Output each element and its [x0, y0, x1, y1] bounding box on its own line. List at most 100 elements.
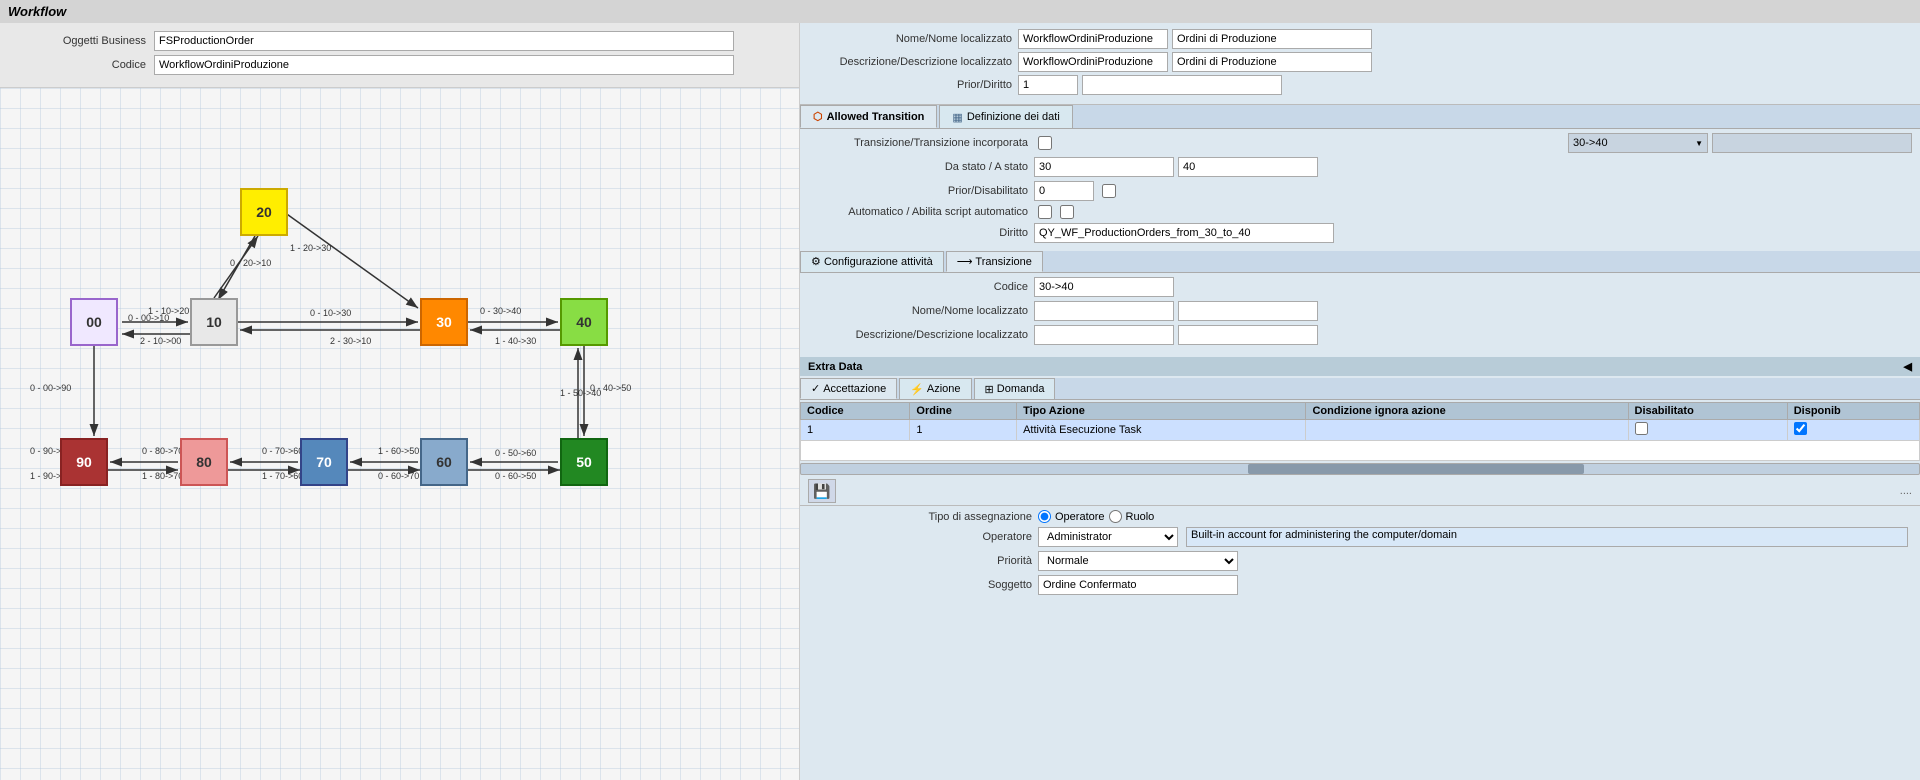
form-fields: Oggetti Business Codice	[0, 23, 799, 88]
node-60[interactable]: 60	[420, 438, 468, 486]
arrow-label-16: 0 - 70->60	[262, 446, 303, 456]
transizione-form-content: Codice Nome/Nome localizzato Descrizione…	[800, 273, 1920, 353]
cell-tipo-azione: Attività Esecuzione Task	[1017, 420, 1306, 441]
t-nome-input2[interactable]	[1178, 301, 1318, 321]
node-30[interactable]: 30	[420, 298, 468, 346]
t-nome-input1[interactable]	[1034, 301, 1174, 321]
horizontal-scrollbar[interactable]	[800, 463, 1920, 475]
codice-label: Codice	[16, 59, 146, 71]
transizione-label: Transizione/Transizione incorporata	[808, 137, 1028, 149]
tab-accettazione[interactable]: ✓ Accettazione	[800, 378, 897, 399]
arrow-label-14: 1 - 60->50	[378, 446, 419, 456]
radio-operatore-label: Operatore	[1055, 511, 1105, 523]
prior-dis-label: Prior/Disabilitato	[808, 185, 1028, 197]
descrizione-input1[interactable]	[1018, 52, 1168, 72]
arrow-label-7: 2 - 10->00	[140, 336, 181, 346]
extra-data-label: Extra Data	[808, 361, 862, 373]
automatico-row: Automatico / Abilita script automatico	[808, 205, 1912, 219]
prior-row: Prior/Diritto	[812, 75, 1908, 95]
priorita-label: Priorità	[812, 555, 1032, 567]
col-ordine: Ordine	[910, 403, 1017, 420]
node-90[interactable]: 90	[60, 438, 108, 486]
node-70[interactable]: 70	[300, 438, 348, 486]
tab-accettazione-label: Accettazione	[823, 383, 886, 395]
workflow-canvas: 1 - 10->20 0 - 20->10 1 - 20->30 0 - 00-…	[0, 88, 799, 780]
tab-azione[interactable]: ⚡ Azione	[899, 378, 971, 399]
expand-icon[interactable]: ◀	[1904, 360, 1912, 373]
tab-definizione-icon: ▦	[952, 111, 962, 124]
transition-dropdown-value: 30->40	[1573, 137, 1608, 149]
node-80[interactable]: 80	[180, 438, 228, 486]
arrow-label-6: 0 - 30->40	[480, 306, 521, 316]
tab-definizione[interactable]: ▦ Definizione dei dati	[939, 105, 1072, 128]
tab-allowed-transition[interactable]: ⬡ Allowed Transition	[800, 105, 937, 128]
t-descrizione-input2[interactable]	[1178, 325, 1318, 345]
descrizione-input2[interactable]	[1172, 52, 1372, 72]
table-row[interactable]: 1 1 Attività Esecuzione Task	[801, 420, 1920, 441]
title-bar: Workflow	[0, 0, 1920, 23]
chevron-down-icon: ▼	[1695, 139, 1703, 148]
col-codice: Codice	[801, 403, 910, 420]
save-button[interactable]: 💾	[808, 479, 836, 503]
node-10[interactable]: 10	[190, 298, 238, 346]
dots-label: ....	[1900, 485, 1912, 497]
left-panel: Oggetti Business Codice	[0, 23, 800, 780]
diritto-label: Diritto	[808, 227, 1028, 239]
tab-allowed-icon: ⬡	[813, 110, 823, 123]
radio-ruolo[interactable]	[1109, 510, 1122, 523]
arrow-label-22: 0 - 00->90	[30, 383, 71, 393]
diritto-input[interactable]	[1082, 75, 1282, 95]
operatore-select[interactable]: Administrator	[1038, 527, 1178, 547]
transition-dropdown[interactable]: 30->40 ▼	[1568, 133, 1708, 153]
diritto-row: Diritto	[808, 223, 1912, 243]
tab-domanda[interactable]: ⊞ Domanda	[974, 378, 1056, 399]
node-20[interactable]: 20	[240, 188, 288, 236]
arrow-label-11: 1 - 50->40	[560, 388, 601, 398]
codice-input[interactable]	[154, 55, 734, 75]
bottom-form: Tipo di assegnazione Operatore Ruolo Ope…	[800, 505, 1920, 603]
arrow-label-17: 1 - 70->60	[262, 471, 303, 481]
prior-input[interactable]	[1018, 75, 1078, 95]
transizione-checkbox[interactable]	[1038, 136, 1052, 150]
script-checkbox[interactable]	[1060, 205, 1074, 219]
priorita-select[interactable]: Normale	[1038, 551, 1238, 571]
node-40[interactable]: 40	[560, 298, 608, 346]
content-area: Oggetti Business Codice	[0, 23, 1920, 780]
diritto-value-input[interactable]	[1034, 223, 1334, 243]
arrow-label-8: 2 - 30->10	[330, 336, 371, 346]
tab-configurazione-label: Configurazione attività	[824, 256, 933, 268]
operatore-radio-group: Operatore Ruolo	[1038, 510, 1154, 523]
node-00[interactable]: 00	[70, 298, 118, 346]
tipo-assegnazione-label: Tipo di assegnazione	[812, 511, 1032, 523]
cell-empty	[801, 441, 1920, 461]
oggetti-input[interactable]	[154, 31, 734, 51]
prior-dis-row: Prior/Disabilitato	[808, 181, 1912, 201]
inner-tabs: ⚙ Configurazione attività ⟶ Transizione	[800, 251, 1920, 273]
automatico-checkbox[interactable]	[1038, 205, 1052, 219]
t-descrizione-label: Descrizione/Descrizione localizzato	[808, 329, 1028, 341]
soggetto-input[interactable]	[1038, 575, 1238, 595]
prior-dis-input[interactable]	[1034, 181, 1094, 201]
disabilitato-checkbox[interactable]	[1102, 184, 1116, 198]
nome-input2[interactable]	[1172, 29, 1372, 49]
oggetti-label: Oggetti Business	[16, 35, 146, 47]
arrow-label-12: 0 - 50->60	[495, 448, 536, 458]
transition-dropdown-extra[interactable]	[1712, 133, 1912, 153]
tab-azione-label: Azione	[927, 383, 961, 395]
page-title: Workflow	[8, 4, 66, 19]
codice-row: Codice	[16, 55, 783, 75]
a-stato-input[interactable]	[1178, 157, 1318, 177]
cell-disabilitato	[1628, 420, 1787, 441]
prior-label: Prior/Diritto	[812, 79, 1012, 91]
radio-operatore[interactable]	[1038, 510, 1051, 523]
t-descrizione-input1[interactable]	[1034, 325, 1174, 345]
node-50[interactable]: 50	[560, 438, 608, 486]
tab-transizione[interactable]: ⟶ Transizione	[946, 251, 1043, 272]
arrow-label-15: 0 - 60->70	[378, 471, 419, 481]
t-codice-input[interactable]	[1034, 277, 1174, 297]
da-stato-input[interactable]	[1034, 157, 1174, 177]
tab-configurazione[interactable]: ⚙ Configurazione attività	[800, 251, 944, 272]
scroll-thumb	[1248, 464, 1583, 474]
gear-icon: ⚙	[811, 256, 821, 268]
nome-input1[interactable]	[1018, 29, 1168, 49]
